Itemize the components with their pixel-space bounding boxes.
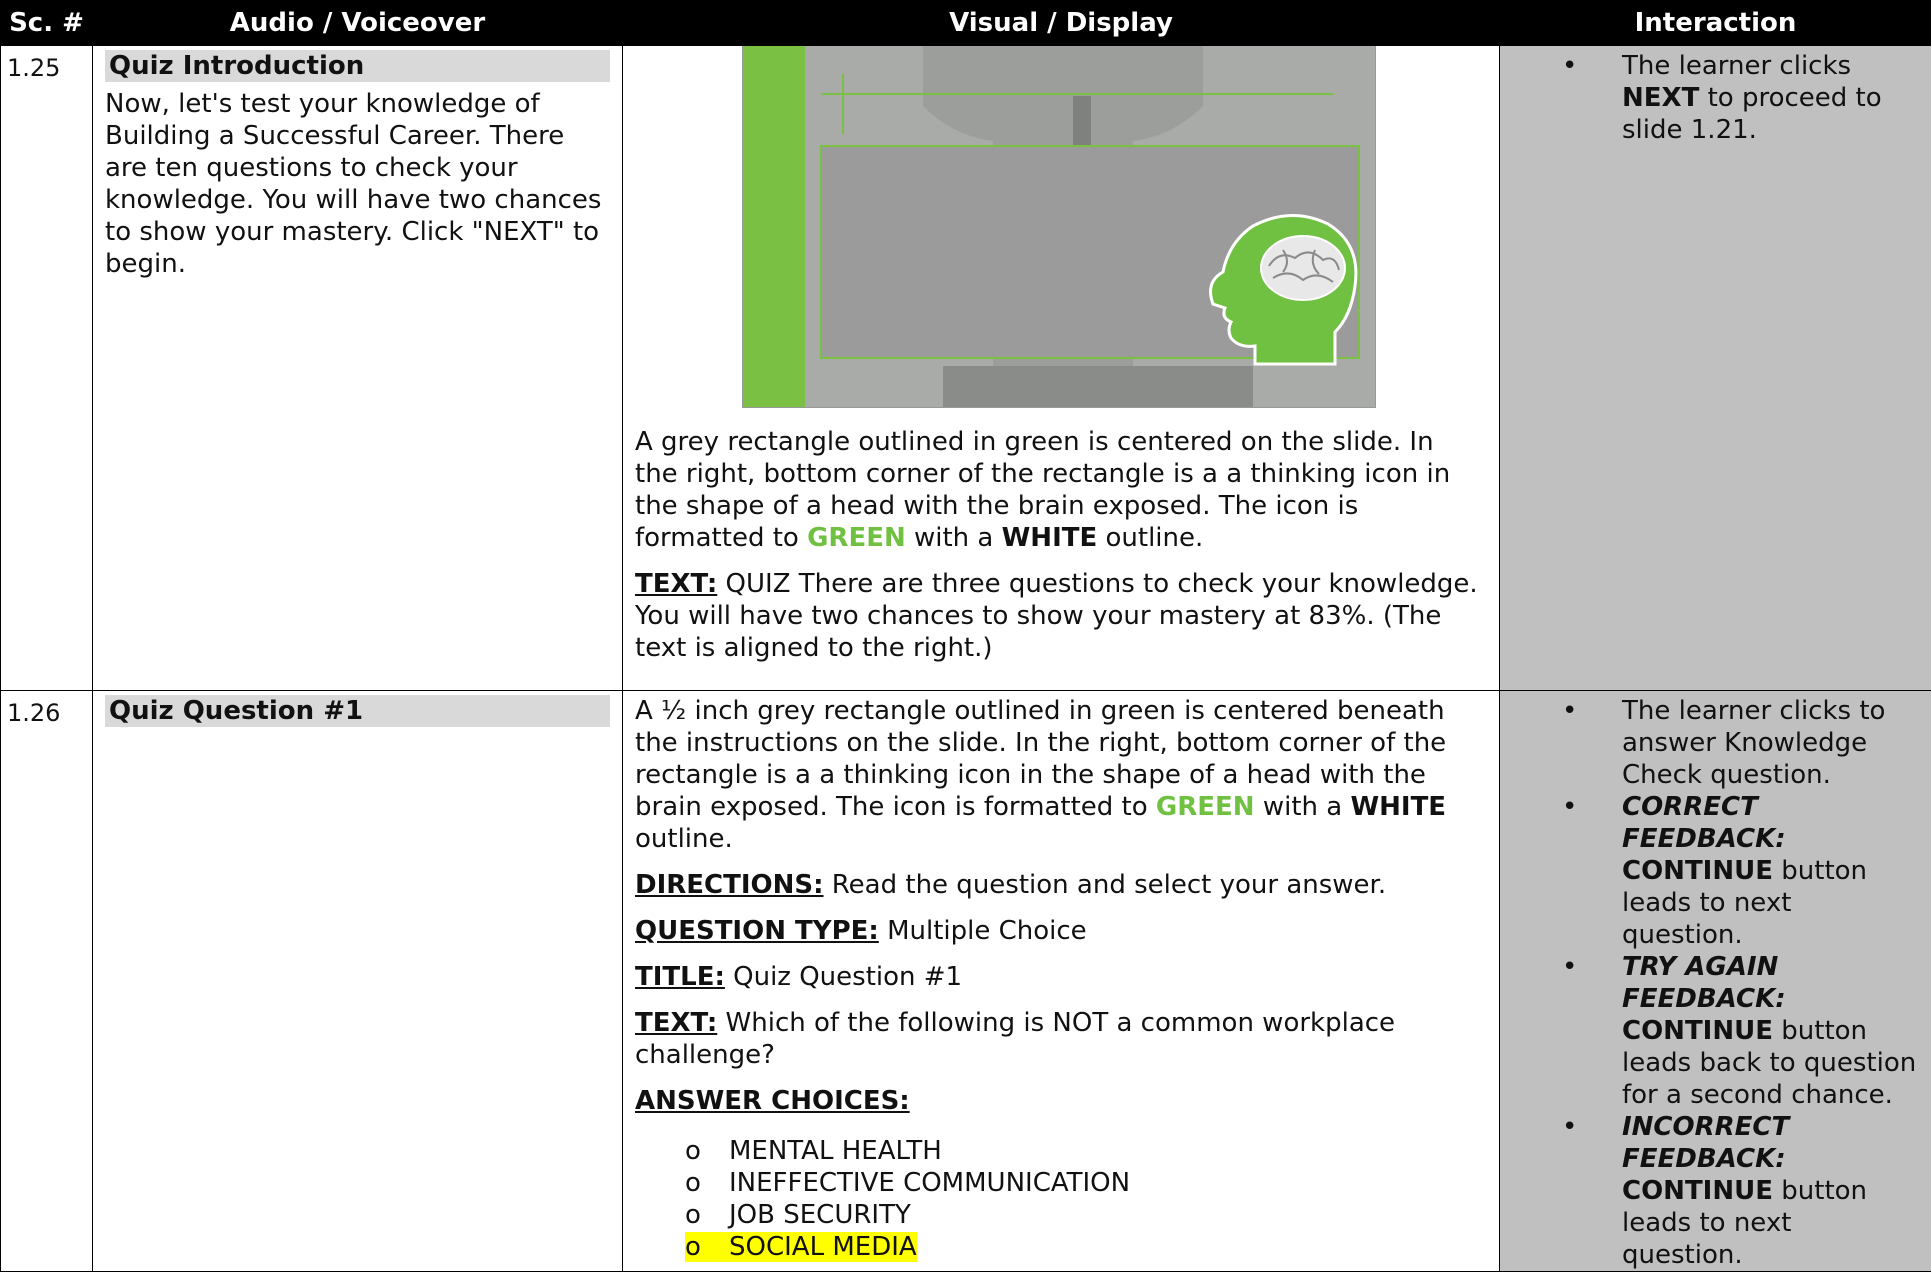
header-row: Sc. # Audio / Voiceover Visual / Display… [1, 1, 1931, 46]
bullet-icon: • [1562, 791, 1577, 823]
answer-choices-label: ANSWER CHOICES: [635, 1086, 910, 1116]
title-spec: TITLE: Quiz Question #1 [635, 961, 1481, 993]
bullet-icon: • [1562, 1111, 1577, 1143]
audio-cell: Quiz Introduction Now, let's test your k… [93, 46, 623, 691]
list-item: oINEFFECTIVE COMMUNICATION [685, 1167, 1481, 1199]
title-label: TITLE: [635, 962, 725, 992]
feedback-label: INCORRECT FEEDBACK: [1622, 1112, 1789, 1174]
question-type-label: QUESTION TYPE: [635, 916, 879, 946]
visual-desc-text: with a [906, 523, 1002, 553]
visual-description: A grey rectangle outlined in green is ce… [635, 426, 1481, 554]
continue-keyword: CONTINUE [1622, 856, 1773, 886]
list-item: oSOCIAL MEDIA [685, 1231, 1481, 1263]
interaction-text: The learner clicks to answer Knowledge C… [1622, 696, 1885, 790]
visual-desc-text: outline. [1097, 523, 1203, 553]
visual-description: A ½ inch grey rectangle outlined in gree… [635, 695, 1481, 855]
audio-text: Now, let's test your knowledge of Buildi… [105, 88, 610, 280]
scene-number: 1.26 [1, 691, 93, 1272]
slide-thumbnail [742, 46, 1376, 408]
circle-bullet-icon: o [685, 1231, 729, 1263]
green-keyword: GREEN [807, 523, 906, 553]
list-item: •INCORRECT FEEDBACK: CONTINUE button lea… [1512, 1111, 1919, 1271]
text-value: QUIZ There are three questions to check … [635, 569, 1478, 663]
answer-choices-list: oMENTAL HEALTH oINEFFECTIVE COMMUNICATIO… [635, 1135, 1481, 1263]
audio-cell: Quiz Question #1 [93, 691, 623, 1272]
text-label: TEXT: [635, 569, 717, 599]
answer-choices-heading: ANSWER CHOICES: [635, 1085, 1481, 1117]
circle-bullet-icon: o [685, 1135, 729, 1167]
storyboard-page: Sc. # Audio / Voiceover Visual / Display… [0, 0, 1931, 1199]
answer-choice: SOCIAL MEDIA [729, 1232, 917, 1262]
list-item: • The learner clicks to answer Knowledge … [1512, 695, 1919, 791]
green-keyword: GREEN [1156, 792, 1255, 822]
visual-desc-text: with a [1255, 792, 1351, 822]
interaction-cell: •The learner clicks NEXT to proceed to s… [1500, 46, 1931, 691]
continue-keyword: CONTINUE [1622, 1176, 1773, 1206]
feedback-label: CORRECT FEEDBACK: [1622, 792, 1786, 854]
text-label: TEXT: [635, 1008, 717, 1038]
storyboard-table: Sc. # Audio / Voiceover Visual / Display… [0, 0, 1931, 1272]
interaction-cell: • The learner clicks to answer Knowledge … [1500, 691, 1931, 1272]
visual-cell: A grey rectangle outlined in green is ce… [623, 46, 1500, 691]
interaction-list: •The learner clicks NEXT to proceed to s… [1512, 50, 1919, 146]
answer-choice: MENTAL HEALTH [729, 1136, 942, 1166]
bullet-icon: • [1562, 695, 1577, 727]
directions-label: DIRECTIONS: [635, 870, 824, 900]
table-row: 1.26 Quiz Question #1 A ½ inch grey rect… [1, 691, 1931, 1272]
bullet-icon: • [1562, 951, 1577, 983]
title-value: Quiz Question #1 [725, 962, 962, 992]
question-text-spec: TEXT: Which of the following is NOT a co… [635, 1007, 1481, 1071]
visual-desc-text: outline. [635, 824, 733, 854]
interaction-list: • The learner clicks to answer Knowledge … [1512, 695, 1919, 1271]
list-item: oJOB SECURITY [685, 1199, 1481, 1231]
next-keyword: NEXT [1622, 83, 1699, 113]
question-type-spec: QUESTION TYPE: Multiple Choice [635, 915, 1481, 947]
header-audio: Audio / Voiceover [93, 1, 623, 46]
list-item: •CORRECT FEEDBACK:CONTINUE button leads … [1512, 791, 1919, 951]
bullet-icon: • [1562, 50, 1577, 82]
white-keyword: WHITE [1002, 523, 1098, 553]
directions-value: Read the question and select your answer… [824, 870, 1387, 900]
interaction-text: The learner clicks [1622, 51, 1851, 81]
slide-image [743, 46, 1375, 407]
audio-title: Quiz Question #1 [105, 695, 610, 727]
visual-cell: A ½ inch grey rectangle outlined in gree… [623, 691, 1500, 1272]
white-keyword: WHITE [1350, 792, 1446, 822]
scene-number: 1.25 [1, 46, 93, 691]
highlighted-answer: oSOCIAL MEDIA [685, 1232, 917, 1262]
audio-title: Quiz Introduction [105, 50, 610, 82]
text-value: Which of the following is NOT a common w… [635, 1008, 1395, 1070]
list-item: •The learner clicks NEXT to proceed to s… [1512, 50, 1919, 146]
list-item: oMENTAL HEALTH [685, 1135, 1481, 1167]
answer-choice: JOB SECURITY [729, 1200, 911, 1230]
circle-bullet-icon: o [685, 1199, 729, 1231]
slide-text-spec: TEXT: QUIZ There are three questions to … [635, 568, 1481, 664]
directions-spec: DIRECTIONS: Read the question and select… [635, 869, 1481, 901]
continue-keyword: CONTINUE [1622, 1016, 1773, 1046]
feedback-label: TRY AGAIN FEEDBACK: [1622, 952, 1786, 1014]
question-type-value: Multiple Choice [879, 916, 1087, 946]
circle-bullet-icon: o [685, 1167, 729, 1199]
header-interaction: Interaction [1500, 1, 1931, 46]
header-visual: Visual / Display [623, 1, 1500, 46]
table-row: 1.25 Quiz Introduction Now, let's test y… [1, 46, 1931, 691]
answer-choice: INEFFECTIVE COMMUNICATION [729, 1168, 1130, 1198]
header-sc: Sc. # [1, 1, 93, 46]
list-item: •TRY AGAIN FEEDBACK: CONTINUE button lea… [1512, 951, 1919, 1111]
